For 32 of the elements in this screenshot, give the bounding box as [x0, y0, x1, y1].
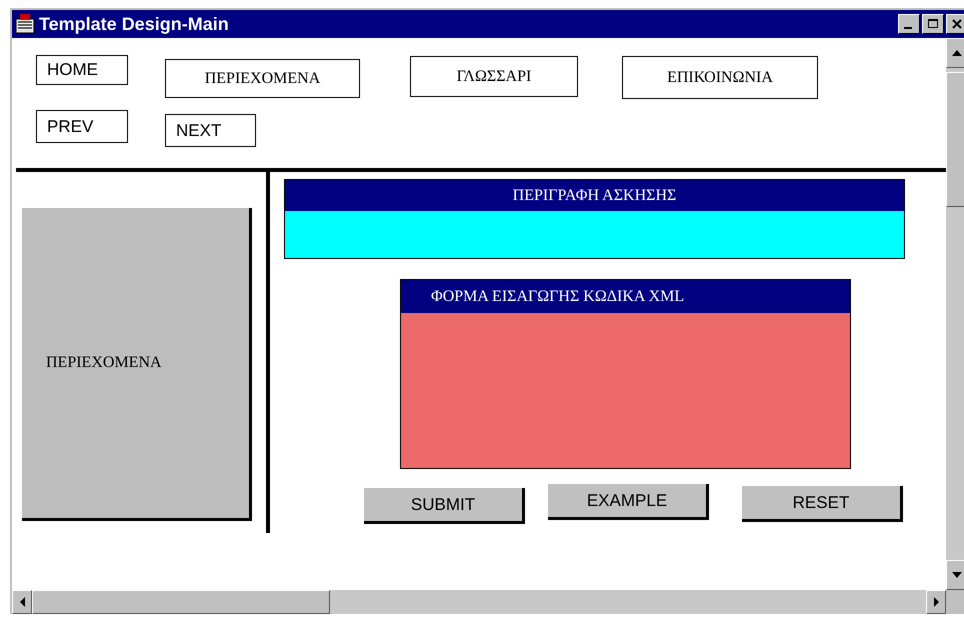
nav-button[interactable]: ΕΠΙΚΟΙΝΩΝΙΑ [622, 56, 818, 99]
window-title: Template Design-Main [39, 14, 230, 34]
submit-button[interactable]: SUBMIT [364, 488, 525, 524]
description-header: ΠΕΡΙΓΡΑΦΗ ΑΣΚΗΣΗΣ [285, 180, 904, 211]
nav-button[interactable]: HOME [36, 55, 128, 85]
scroll-up-button[interactable] [946, 38, 964, 68]
scroll-right-button[interactable] [926, 590, 946, 614]
minimize-button[interactable] [898, 14, 920, 34]
scroll-thumb[interactable] [32, 590, 330, 614]
example-button[interactable]: EXAMPLE [548, 484, 709, 520]
maximize-icon [927, 18, 939, 30]
close-button[interactable] [946, 14, 964, 34]
scroll-down-button[interactable] [946, 560, 964, 590]
minimize-icon [904, 27, 912, 29]
triangle-left-icon [20, 597, 24, 607]
contents-panel[interactable]: ΠΕΡΙΕΧΟΜΕΝΑ [22, 208, 252, 521]
reset-button[interactable]: RESET [742, 486, 903, 522]
nav-button[interactable]: ΠΕΡΙΕΧΟΜΕΝΑ [165, 59, 360, 98]
app-icon [14, 13, 36, 35]
triangle-right-icon [934, 597, 938, 607]
nav-button[interactable]: ΓΛΩΣΣΑΡΙ [410, 56, 578, 97]
nav-button[interactable]: PREV [36, 110, 128, 143]
nav-button[interactable]: NEXT [165, 114, 256, 147]
scroll-thumb[interactable] [946, 72, 964, 207]
close-icon [951, 18, 963, 30]
xml-input-field[interactable] [401, 313, 850, 468]
scroll-left-button[interactable] [12, 590, 32, 614]
maximize-button[interactable] [922, 14, 944, 34]
triangle-up-icon [952, 50, 962, 56]
triangle-down-icon [952, 572, 962, 578]
form-header: ΦΟΡΜΑ ΕΙΣΑΓΩΓΗΣ ΚΩΔΙΚΑ XML [401, 280, 850, 313]
scrollbar-corner [946, 590, 964, 614]
